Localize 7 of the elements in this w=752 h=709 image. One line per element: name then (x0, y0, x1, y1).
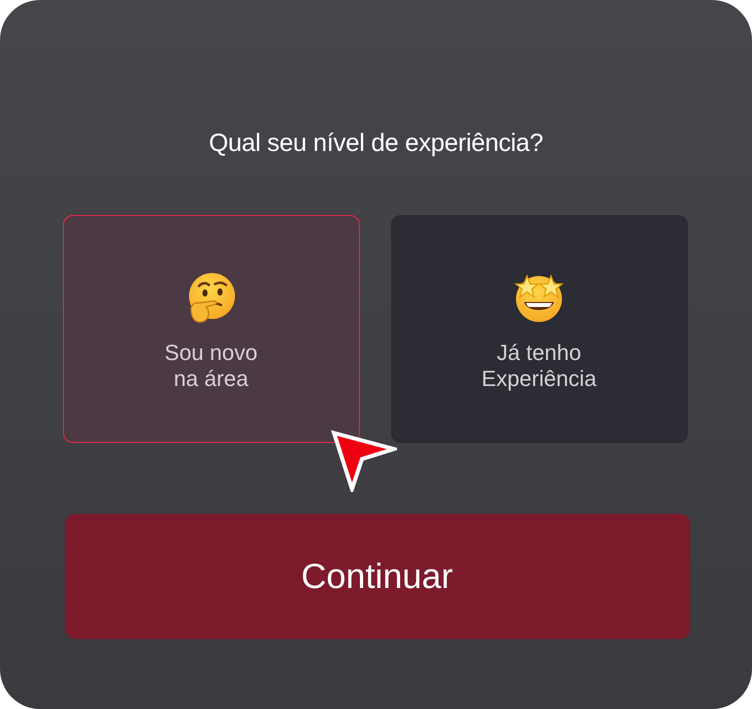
question-title: Qual seu nível de experiência? (208, 128, 544, 159)
option-label: Já tenho Experiência (482, 340, 596, 392)
option-label: Sou novo na área (164, 340, 258, 392)
option-card[interactable]: Já tenho Experiência (390, 215, 688, 443)
pointer-cursor-icon (331, 430, 397, 492)
option-card[interactable]: Sou novo na área (62, 215, 360, 443)
continue-button[interactable]: Continuar (64, 514, 690, 639)
